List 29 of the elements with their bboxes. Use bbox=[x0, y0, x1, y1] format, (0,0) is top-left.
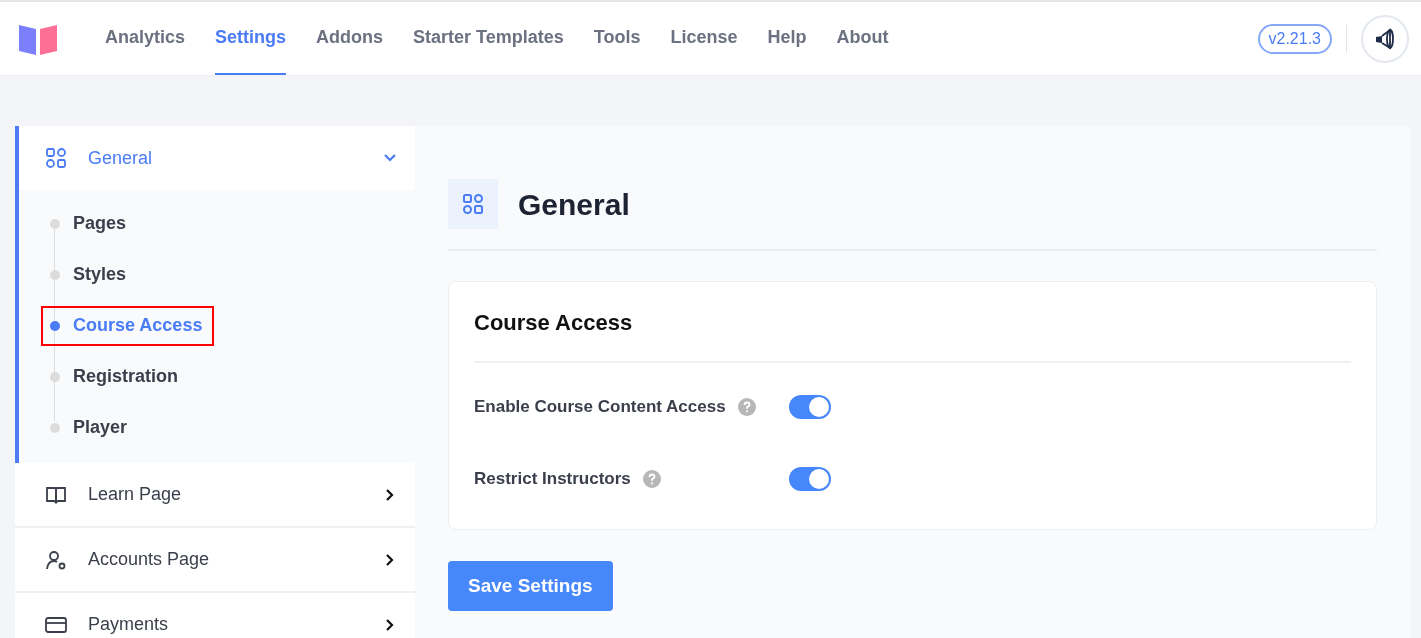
announcement-button[interactable] bbox=[1361, 14, 1409, 63]
grid-icon bbox=[45, 147, 67, 169]
setting-label: Restrict Instructors bbox=[474, 468, 631, 491]
nav-tab[interactable]: Tools bbox=[593, 2, 641, 75]
nav-tab[interactable]: Addons bbox=[316, 2, 384, 75]
help-icon[interactable] bbox=[642, 470, 661, 488]
nav-tab[interactable]: Settings bbox=[215, 2, 287, 75]
nav-tab[interactable]: Help bbox=[767, 2, 807, 75]
save-settings-button[interactable]: Save Settings bbox=[448, 561, 613, 611]
submenu-item[interactable]: Registration bbox=[41, 356, 190, 397]
toggle-switch[interactable] bbox=[789, 467, 831, 491]
submenu-item[interactable]: Course Access bbox=[41, 305, 215, 346]
sidebar-item[interactable]: General bbox=[19, 126, 415, 190]
version-badge: v2.21.3 bbox=[1257, 23, 1332, 54]
setting-label: Enable Course Content Access bbox=[474, 396, 726, 419]
section-title: Course Access bbox=[474, 306, 1351, 363]
megaphone-icon bbox=[1373, 26, 1397, 51]
grid-icon bbox=[462, 193, 484, 215]
nav-tab[interactable]: Analytics bbox=[105, 2, 186, 75]
nav-tab[interactable]: About bbox=[836, 2, 889, 75]
page-title: General bbox=[518, 186, 630, 223]
submenu-item[interactable]: Player bbox=[41, 407, 140, 448]
toggle-switch[interactable] bbox=[789, 395, 831, 419]
submenu-item[interactable]: Pages bbox=[41, 203, 139, 244]
help-icon[interactable] bbox=[737, 398, 756, 416]
user-gear-icon bbox=[45, 548, 67, 571]
submenu-item[interactable]: Styles bbox=[41, 254, 139, 295]
nav-tab[interactable]: License bbox=[670, 2, 738, 75]
nav-tab[interactable]: Starter Templates bbox=[413, 2, 564, 75]
